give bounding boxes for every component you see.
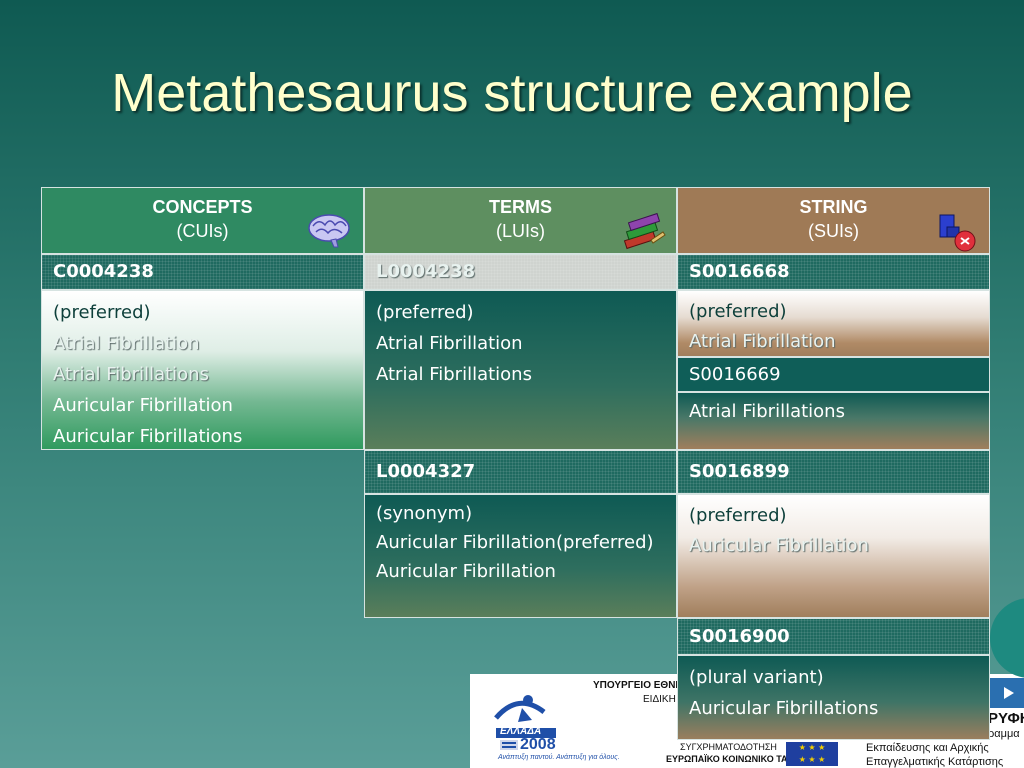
string-id-cell-4: S0016900 <box>677 618 990 655</box>
decorative-arc <box>990 598 1024 678</box>
books-icon <box>623 212 666 250</box>
string-line: Auricular Fibrillation <box>689 535 869 556</box>
concept-line: Atrial Fibrillation <box>53 333 200 354</box>
program-badge-icon <box>990 678 1024 708</box>
term-line: Atrial Fibrillation <box>376 333 523 354</box>
string-body-1: (preferred) Atrial Fibrillation <box>677 290 990 357</box>
concept-line: Atrial Fibrillations <box>53 364 209 385</box>
program-right-2: ραμμα <box>988 728 1020 740</box>
header-strings: STRING (SUIs) <box>677 187 990 254</box>
string-body-4: (plural variant) Auricular Fibrillations <box>677 655 990 740</box>
term-id-cell-1: L0004238 <box>364 254 677 290</box>
string-line: Auricular Fibrillations <box>689 698 879 719</box>
term-id-cell-2: L0004327 <box>364 450 677 494</box>
brain-icon <box>308 214 350 248</box>
slide-title: Metathesaurus structure example <box>111 63 913 123</box>
term-line: Atrial Fibrillations <box>376 364 532 385</box>
term-body-1: (preferred) Atrial Fibrillation Atrial F… <box>364 290 677 450</box>
concept-body: (preferred) Atrial Fibrillation Atrial F… <box>41 290 364 450</box>
term-line: Auricular Fibrillation(preferred) <box>376 532 654 553</box>
string-body-3: (preferred) Auricular Fibrillation <box>677 494 990 618</box>
string-id-cell-1: S0016668 <box>677 254 990 290</box>
logo-slogan: Ανάπτυξη παντού. Ανάπτυξη για όλους. <box>498 754 620 761</box>
string-line: Atrial Fibrillations <box>689 401 845 422</box>
header-strings-sub: (SUIs) <box>808 221 859 241</box>
eu-flag-icon: ★ ★ ★ ★ ★ ★ <box>786 742 838 766</box>
string-body-2: Atrial Fibrillations <box>677 392 990 450</box>
program-line-1: Εκπαίδευσης και Αρχικής <box>866 742 989 754</box>
string-id-cell-2: S0016669 <box>677 357 990 392</box>
concept-line: Auricular Fibrillations <box>53 426 243 447</box>
concept-id-cell: C0004238 <box>41 254 364 290</box>
string-line: (preferred) <box>689 505 787 526</box>
string-id-cell-3: S0016899 <box>677 450 990 494</box>
header-concepts: CONCEPTS (CUIs) <box>41 187 364 254</box>
concept-line: (preferred) <box>53 302 151 323</box>
term-id-1: L0004238 <box>376 261 476 282</box>
term-line: (synonym) <box>376 503 473 524</box>
logo-year: 2008 <box>520 736 556 753</box>
program-right-1: ΡΥΦΗ <box>988 710 1024 727</box>
program-line-2: Επαγγελματικής Κατάρτισης <box>866 756 1004 768</box>
cofund-line-1: ΣΥΓΧΡΗΜΑΤΟΔΟΤΗΣΗ <box>680 742 777 752</box>
string-line: Atrial Fibrillation <box>689 331 836 352</box>
string-line: (preferred) <box>689 301 787 322</box>
string-line: (plural variant) <box>689 667 824 688</box>
string-blocks-icon <box>939 214 976 252</box>
concept-line: Auricular Fibrillation <box>53 395 233 416</box>
header-strings-label: STRING <box>799 197 868 217</box>
term-line: Auricular Fibrillation <box>376 561 556 582</box>
term-line: (preferred) <box>376 302 474 323</box>
term-body-2: (synonym) Auricular Fibrillation(preferr… <box>364 494 677 618</box>
header-terms: TERMS (LUIs) <box>364 187 677 254</box>
